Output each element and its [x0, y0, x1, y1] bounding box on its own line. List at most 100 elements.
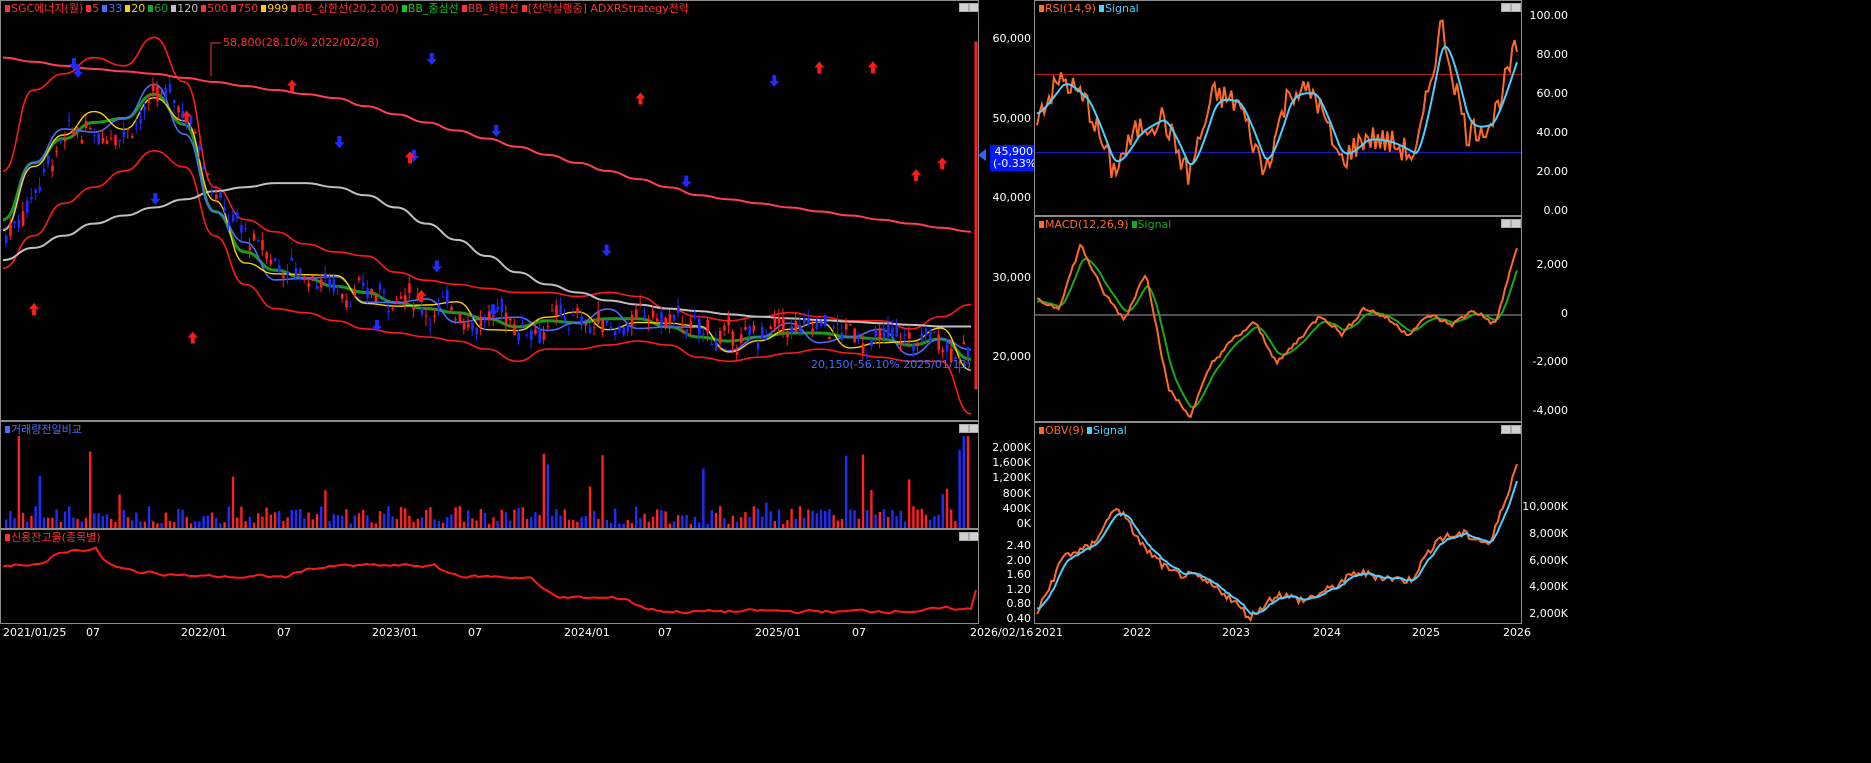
candle-body: [714, 339, 718, 351]
macd-signal-line: [1036, 258, 1518, 409]
volume-bar: [42, 517, 46, 528]
volume-bar: [492, 517, 495, 528]
volume-bar: [408, 515, 411, 528]
volume-bar: [903, 521, 907, 528]
buy-signal-arrow: [937, 157, 948, 170]
volume-bar: [68, 506, 71, 528]
sell-signal-arrow: [431, 260, 442, 273]
volume-bar: [488, 523, 491, 528]
volume-bar: [290, 510, 293, 528]
volume-bar: [462, 521, 466, 528]
volume-bar: [383, 513, 386, 528]
y-tick-label: 80.00: [1536, 48, 1569, 61]
volume-bar: [832, 514, 835, 528]
candle-body: [446, 289, 449, 305]
candle-body: [882, 327, 886, 339]
candle-body: [110, 138, 113, 140]
candle-body: [219, 191, 222, 199]
sell-signal-arrow: [681, 175, 692, 188]
volume-bar: [391, 516, 394, 528]
volume-bar: [395, 519, 398, 528]
rsi-chart-pane[interactable]: RSI(14,9) Signal: [1034, 0, 1522, 216]
obv-chart-pane[interactable]: OBV(9) Signal: [1034, 422, 1522, 624]
candle-body: [26, 200, 29, 214]
volume-bar: [626, 520, 629, 528]
volume-bar: [647, 521, 650, 528]
candle-body: [328, 279, 331, 288]
volume-bar: [324, 490, 327, 528]
volume-bar: [933, 516, 936, 528]
volume-bar: [416, 518, 419, 528]
volume-bar: [118, 494, 121, 528]
volume-bar: [811, 510, 814, 528]
volume-bar: [101, 516, 104, 528]
volume-bar: [139, 521, 142, 528]
candle-body: [744, 326, 747, 330]
volume-bar: [769, 511, 772, 528]
volume-bar: [765, 502, 768, 528]
x-tick-label: 2021/01/25: [3, 626, 67, 639]
candle-body: [773, 318, 777, 327]
volume-bar: [954, 521, 957, 528]
candle-body: [30, 197, 33, 200]
x-tick-label: 2026: [1503, 626, 1531, 639]
credit-ratio-line: [2, 546, 977, 615]
y-tick-label: 20,000: [992, 350, 1032, 363]
sell-signal-arrow: [334, 136, 345, 149]
volume-bar: [853, 510, 856, 528]
candle-body: [164, 88, 168, 99]
candle-body: [294, 267, 298, 277]
credit-chart-pane[interactable]: 신용잔고율(종목별): [0, 529, 979, 624]
candle-body: [76, 127, 79, 129]
y-tick-label: 60,000: [992, 32, 1032, 45]
candle-body: [34, 189, 37, 194]
candle-body: [941, 349, 945, 353]
candle-body: [500, 298, 504, 313]
volume-bar: [194, 521, 197, 528]
candle-body: [93, 134, 96, 136]
candle-body: [458, 313, 462, 324]
volume-bar: [840, 518, 844, 528]
macd-chart-pane[interactable]: MACD(12,26,9) Signal: [1034, 216, 1522, 422]
candle-body: [383, 291, 386, 293]
candle-body: [689, 321, 693, 327]
x-tick-label: 2022/01: [181, 626, 227, 639]
low-price-label: 20,150(-56.10% 2025/01/13): [811, 358, 971, 371]
candle-body: [42, 168, 46, 173]
y-tick-label: 2.40: [1006, 539, 1032, 552]
candle-body: [635, 309, 638, 320]
volume-bar: [786, 520, 789, 528]
volume-bar: [614, 508, 617, 528]
candle-body: [651, 310, 655, 318]
candle-body: [63, 139, 67, 142]
candle-body: [710, 344, 714, 346]
volume-bar: [731, 515, 734, 528]
volume-bar: [231, 476, 235, 528]
candle-body: [59, 141, 63, 143]
volume-bar: [546, 464, 550, 528]
candle-body: [618, 325, 621, 331]
volume-bar: [353, 515, 356, 528]
volume-bar: [891, 509, 894, 528]
buy-signal-arrow: [187, 331, 198, 344]
candle-body: [278, 264, 281, 273]
volume-chart-pane[interactable]: 거래량전일비교: [0, 421, 979, 529]
candle-body: [555, 305, 558, 316]
volume-bar: [803, 517, 806, 528]
candle-body: [202, 166, 205, 170]
price-chart-pane[interactable]: SGC에너지(월) 5 33 20 60 120 500 750 999 BB_상한선(20,2.…: [0, 0, 979, 421]
candle-body: [769, 326, 772, 330]
buy-signal-arrow: [28, 303, 39, 316]
x-tick-label: 2024: [1313, 626, 1341, 639]
candle-body: [572, 314, 575, 316]
candle-body: [290, 257, 294, 261]
candle-body: [467, 323, 470, 328]
volume-bar: [643, 513, 646, 528]
candle-body: [563, 316, 567, 321]
candle-body: [719, 330, 722, 344]
candle-body: [387, 310, 390, 313]
candle-body: [126, 128, 130, 131]
volume-bar: [668, 523, 671, 528]
volume-bar: [727, 523, 730, 528]
sell-signal-arrow: [426, 53, 437, 66]
